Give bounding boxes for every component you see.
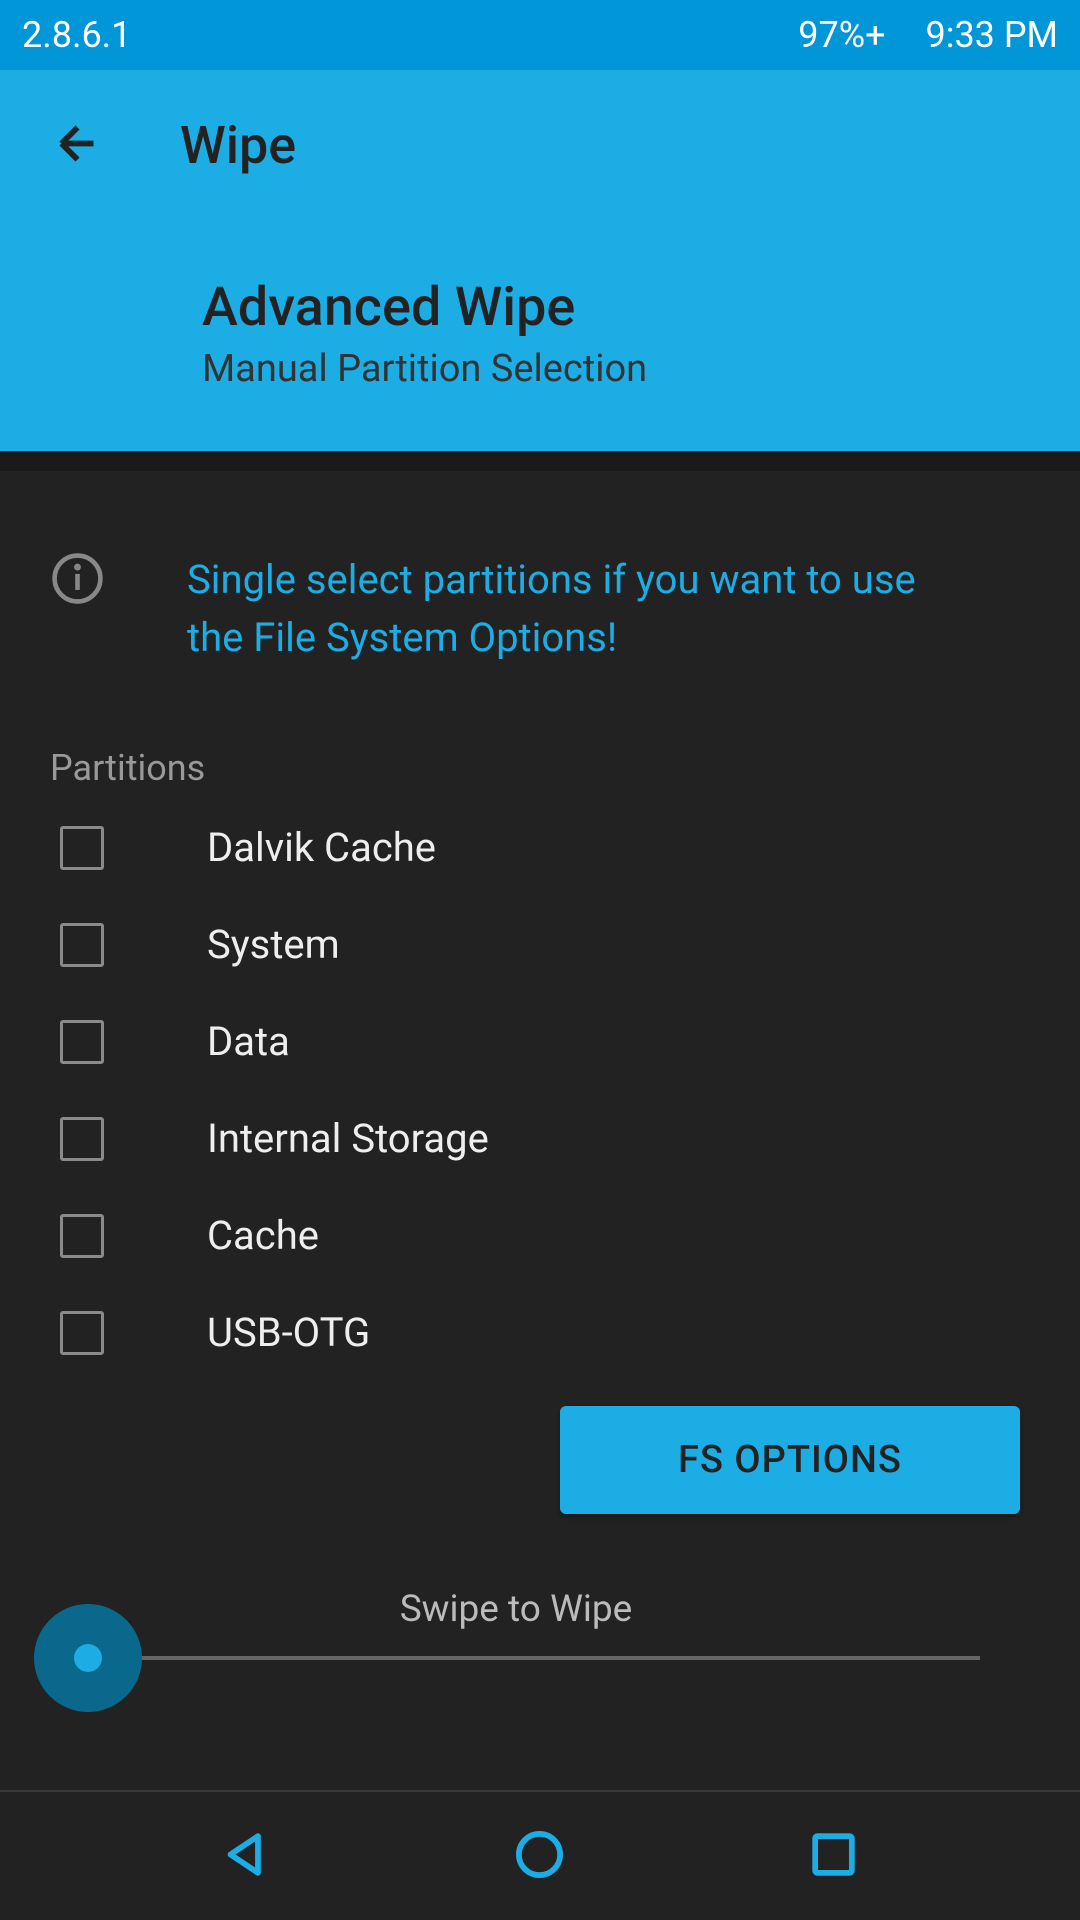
partition-row-cache[interactable]: Cache (50, 1212, 1030, 1259)
page-subheading: Manual Partition Selection (202, 347, 1030, 391)
fs-options-button[interactable]: FS OPTIONS (560, 1406, 1020, 1514)
nav-back-icon[interactable] (219, 1827, 274, 1886)
version-label: 2.8.6.1 (22, 14, 131, 56)
info-icon (50, 551, 105, 610)
battery-label: 97%+ (798, 14, 885, 56)
partition-row-system[interactable]: System (50, 921, 1030, 968)
partitions-label: Partitions (50, 747, 1030, 789)
partition-row-data[interactable]: Data (50, 1018, 1030, 1065)
checkbox-icon[interactable] (60, 923, 104, 967)
page-title: Wipe (180, 115, 296, 176)
swipe-to-wipe: Swipe to Wipe (52, 1588, 980, 1660)
nav-bar (0, 1790, 1080, 1920)
checkbox-icon[interactable] (60, 1311, 104, 1355)
status-bar: 2.8.6.1 97%+ 9:33 PM (0, 0, 1080, 70)
partition-label: Cache (207, 1212, 319, 1259)
checkbox-icon[interactable] (60, 1214, 104, 1258)
header-subtitle-block: Advanced Wipe Manual Partition Selection (50, 276, 1030, 391)
swipe-handle-dot (74, 1644, 102, 1672)
swipe-handle[interactable] (34, 1604, 142, 1712)
swipe-label: Swipe to Wipe (52, 1588, 980, 1631)
divider (0, 451, 1080, 471)
partition-label: Internal Storage (207, 1115, 489, 1162)
status-right: 97%+ 9:33 PM (798, 14, 1058, 56)
app-header: Wipe Advanced Wipe Manual Partition Sele… (0, 70, 1080, 451)
partition-label: System (207, 921, 340, 968)
partition-label: USB-OTG (207, 1309, 370, 1356)
checkbox-icon[interactable] (60, 826, 104, 870)
time-label: 9:33 PM (926, 14, 1059, 56)
partition-label: Dalvik Cache (207, 824, 436, 871)
partition-row-dalvik[interactable]: Dalvik Cache (50, 824, 1030, 871)
back-arrow-icon[interactable] (50, 116, 105, 175)
swipe-track[interactable] (52, 1656, 980, 1660)
partition-label: Data (207, 1018, 290, 1065)
nav-recent-icon[interactable] (806, 1827, 861, 1886)
partition-row-internal-storage[interactable]: Internal Storage (50, 1115, 1030, 1162)
partition-row-usb-otg[interactable]: USB-OTG (50, 1309, 1030, 1356)
page-heading: Advanced Wipe (202, 276, 1030, 339)
nav-home-icon[interactable] (512, 1827, 567, 1886)
content-area: Single select partitions if you want to … (0, 471, 1080, 1514)
checkbox-icon[interactable] (60, 1117, 104, 1161)
header-top: Wipe (50, 115, 1030, 176)
checkbox-icon[interactable] (60, 1020, 104, 1064)
info-row: Single select partitions if you want to … (50, 551, 1030, 667)
info-text: Single select partitions if you want to … (187, 551, 1030, 667)
